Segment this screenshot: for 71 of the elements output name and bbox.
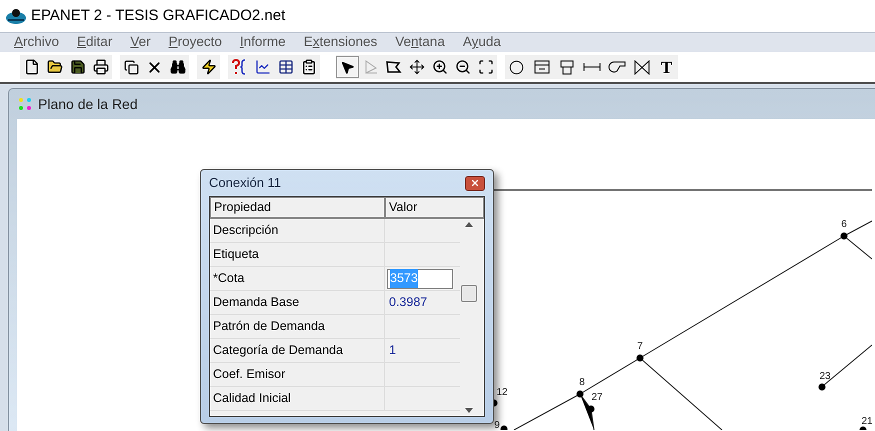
- node: [840, 232, 848, 240]
- printer-icon: [92, 59, 108, 75]
- menu-item[interactable]: Proyecto: [168, 32, 222, 53]
- graph-icon: [254, 59, 270, 75]
- circle-icon: [509, 60, 524, 74]
- property-value: 1: [388, 342, 397, 360]
- node-label: 6: [841, 219, 847, 230]
- menu-item[interactable]: Extensiones: [304, 32, 378, 53]
- node-label: 12: [496, 387, 508, 398]
- map-tool-button[interactable]: T: [655, 56, 678, 78]
- node: [818, 384, 826, 390]
- node-label: 27: [591, 392, 603, 403]
- property-name: Patrón de Demanda: [210, 315, 385, 338]
- node-label: 9: [494, 420, 500, 430]
- copy-icon: [124, 60, 139, 74]
- valve-icon: [634, 60, 650, 74]
- map-window-title: Plano de la Red: [38, 94, 138, 114]
- node-label: 23: [819, 371, 831, 382]
- node: [588, 406, 594, 412]
- window-title: EPANET 2 - TESIS GRAFICADO2.net: [31, 6, 286, 26]
- clipboard-icon: [300, 59, 316, 75]
- value-field[interactable]: 3573: [387, 268, 453, 288]
- file-icon: [24, 59, 40, 75]
- menu-item[interactable]: Archivo: [14, 32, 60, 53]
- menu-item[interactable]: Ventana: [395, 32, 445, 53]
- menu-item[interactable]: Ver: [130, 32, 151, 53]
- reservoir-icon: [534, 60, 550, 74]
- menu-item[interactable]: Ayuda: [462, 32, 501, 53]
- close-button[interactable]: [465, 176, 485, 190]
- menu-item[interactable]: Editar: [77, 32, 112, 53]
- tank-icon: [558, 60, 574, 74]
- node-label: 7: [637, 341, 643, 352]
- menu-item[interactable]: Informe: [240, 32, 286, 53]
- column-header: Valor: [385, 197, 484, 218]
- scroll-thumb[interactable]: [461, 285, 477, 302]
- folder-icon: [46, 59, 62, 75]
- pipe-icon: [582, 62, 600, 72]
- property-name: *Cota: [210, 267, 385, 290]
- zoom-in-icon: [432, 59, 448, 75]
- pointer-icon: [340, 60, 355, 74]
- pan-icon: [408, 59, 424, 75]
- dialog-title: Conexión 11: [209, 174, 282, 192]
- node-label: 21: [861, 416, 872, 427]
- polygon-icon: [385, 59, 402, 75]
- close-icon: [470, 178, 480, 188]
- node: [500, 426, 508, 430]
- zoom-out-icon: [454, 59, 470, 75]
- full-extent-icon: [478, 59, 494, 75]
- node: [860, 426, 866, 430]
- scroll-up-icon: [465, 222, 473, 227]
- node: [636, 354, 644, 362]
- property-name: Calidad Inicial: [210, 387, 385, 410]
- node-label: 8: [579, 377, 585, 388]
- network-icon: [19, 98, 31, 110]
- property-name: Descripción: [210, 219, 385, 242]
- vertex-icon: [362, 59, 378, 75]
- property-value: 0.3987: [388, 294, 428, 312]
- binoculars-icon: [170, 59, 186, 75]
- node: [576, 390, 584, 398]
- property-name: Demanda Base: [210, 291, 385, 314]
- map-tool-button[interactable]: [336, 56, 359, 78]
- scroll-down-icon: [465, 408, 473, 413]
- column-header: Propiedad: [210, 197, 385, 218]
- property-name: Categoría de Demanda: [210, 339, 385, 362]
- table-icon: [278, 59, 294, 75]
- app-logo-icon: [5, 6, 27, 26]
- lightning-icon: [200, 59, 216, 75]
- pump-icon: [608, 61, 626, 73]
- property-name: Coef. Emisor: [210, 363, 385, 386]
- save-icon: [70, 59, 86, 75]
- property-name: Etiqueta: [210, 243, 385, 266]
